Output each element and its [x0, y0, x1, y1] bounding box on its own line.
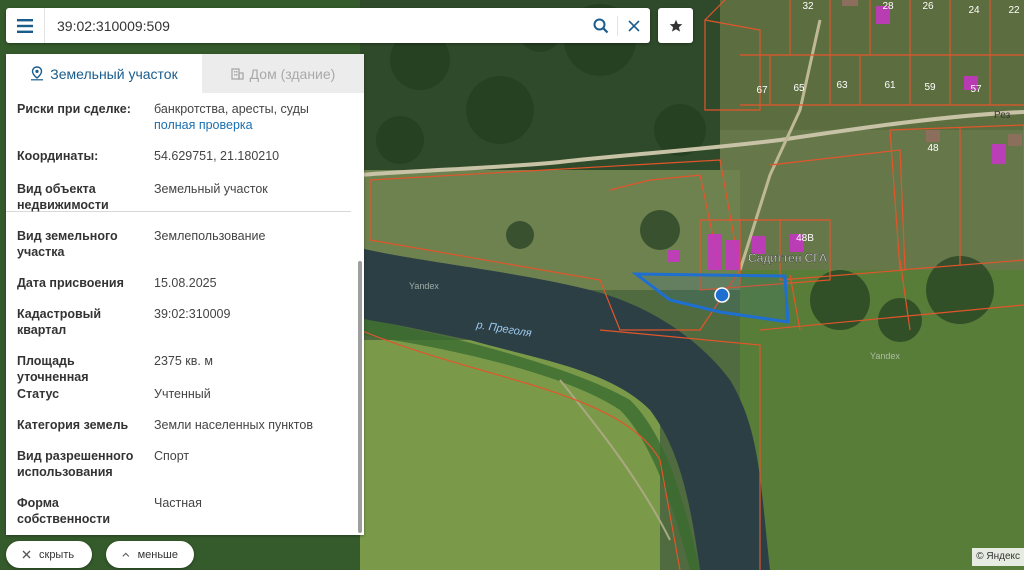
field-value: Частная — [154, 496, 202, 510]
field-value: Землепользование — [154, 229, 266, 243]
tab-bar: Земельный участок Дом (здание) — [6, 54, 364, 93]
info-panel: Земельный участок Дом (здание) Риски при… — [6, 54, 364, 535]
parcel-label: 22 — [1008, 5, 1020, 16]
parcel-label: 32 — [802, 1, 814, 12]
field-label: Площадь уточненная — [17, 354, 89, 384]
street-label: Рез — [994, 110, 1011, 121]
tab-land-plot[interactable]: Земельный участок — [6, 54, 202, 93]
map-copyright: © Яндекс — [972, 548, 1024, 566]
parcel-label: 67 — [756, 85, 768, 96]
hide-panel-button[interactable]: скрыть — [6, 541, 92, 568]
field-value: 15.08.2025 — [154, 276, 217, 290]
map-watermark: Yandex — [870, 351, 900, 361]
parcel-label: 57 — [970, 84, 982, 95]
close-icon — [22, 550, 31, 559]
search-input[interactable] — [45, 9, 585, 42]
parcel-label: 65 — [793, 83, 805, 94]
field-value: Земельный участок — [154, 182, 268, 196]
search-icon — [593, 18, 609, 33]
less-label: меньше — [137, 548, 178, 561]
field-value: банкротства, аресты, суды полная проверк… — [154, 101, 349, 133]
menu-button[interactable] — [6, 8, 45, 43]
tab-label: Дом (здание) — [249, 65, 336, 82]
parcel-label: 48В — [796, 233, 814, 244]
field-value: Учтенный — [154, 387, 211, 401]
favorites-button[interactable] — [658, 8, 693, 43]
star-icon — [669, 19, 682, 32]
risks-value: банкротства, аресты, суды — [154, 102, 309, 116]
chevron-up-icon — [122, 552, 130, 557]
panel-scrollbar[interactable] — [358, 261, 362, 533]
parcel-label: 24 — [968, 5, 980, 16]
close-icon — [628, 19, 640, 32]
field-label: Вид земельного участка — [17, 229, 118, 259]
field-label: Координаты: — [17, 149, 99, 163]
hamburger-icon — [17, 18, 33, 33]
building-icon — [231, 68, 244, 80]
property-details: Риски при сделке: банкротства, аресты, с… — [6, 93, 364, 535]
parcel-label: 63 — [836, 80, 848, 91]
parcel-label: 59 — [924, 82, 936, 93]
field-value: Спорт — [154, 449, 190, 463]
collapse-panel-button[interactable]: меньше — [106, 541, 194, 568]
place-label: Садиттен СГА — [748, 251, 827, 265]
tab-building[interactable]: Дом (здание) — [202, 54, 364, 93]
field-label: Вид разрешенного использования — [17, 449, 134, 479]
parcel-label: 28 — [882, 1, 894, 12]
field-label: Риски при сделке: — [17, 102, 131, 116]
full-check-link[interactable]: полная проверка — [154, 117, 349, 133]
location-pin-icon — [31, 66, 44, 81]
field-value: 54.629751, 21.180210 — [154, 149, 280, 163]
field-label: Дата присвоения — [17, 276, 124, 290]
field-value: Земли населенных пунктов — [154, 418, 313, 432]
tab-label: Земельный участок — [50, 65, 178, 82]
field-label: Кадастровый квартал — [17, 307, 102, 337]
clear-search-button[interactable] — [618, 8, 650, 43]
field-label: Категория земель — [17, 418, 129, 432]
field-value: 39:02:310009 — [154, 307, 231, 321]
parcel-label: 61 — [884, 80, 896, 91]
field-label: Статус — [17, 387, 60, 401]
map-watermark: Yandex — [409, 281, 439, 291]
search-button[interactable] — [585, 8, 617, 43]
hide-label: скрыть — [39, 548, 75, 561]
field-value: 2375 кв. м — [154, 354, 213, 368]
field-label: Вид объекта недвижимости — [17, 182, 109, 212]
parcel-label: 26 — [922, 1, 934, 12]
field-label: Форма собственности — [17, 496, 111, 526]
search-bar — [6, 8, 650, 43]
parcel-label: 48 — [927, 143, 939, 154]
